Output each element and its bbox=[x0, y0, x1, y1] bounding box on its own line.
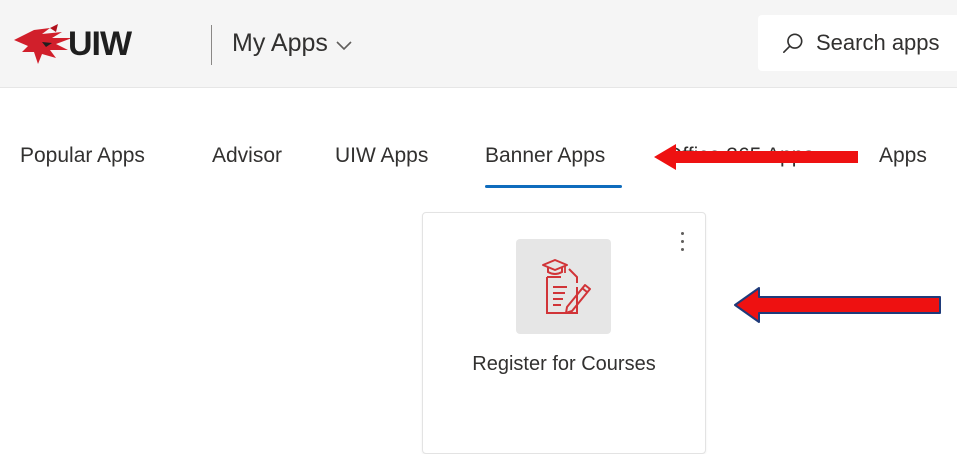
more-vertical-icon[interactable] bbox=[677, 229, 689, 255]
cardinal-logo-icon bbox=[14, 24, 72, 64]
annotation-arrow-card bbox=[734, 287, 941, 323]
logo-wordmark: UIW bbox=[68, 24, 132, 63]
chevron-down-icon bbox=[336, 40, 352, 50]
search-box[interactable] bbox=[758, 15, 957, 71]
search-input[interactable] bbox=[814, 29, 957, 57]
uiw-logo[interactable]: UIW bbox=[12, 22, 132, 66]
header-divider bbox=[211, 25, 212, 65]
tab-uiw-apps[interactable]: UIW Apps bbox=[335, 144, 428, 168]
app-card-label: Register for Courses bbox=[472, 353, 656, 375]
tab-popular-apps[interactable]: Popular Apps bbox=[20, 144, 145, 168]
app-switcher[interactable]: My Apps bbox=[232, 29, 352, 58]
register-document-icon bbox=[541, 258, 591, 314]
active-tab-indicator bbox=[485, 185, 622, 188]
tab-apps[interactable]: Apps bbox=[879, 144, 927, 168]
tab-advisor[interactable]: Advisor bbox=[212, 144, 282, 168]
tab-banner-apps[interactable]: Banner Apps bbox=[485, 144, 605, 168]
search-icon bbox=[783, 33, 803, 53]
annotation-arrow-tab bbox=[654, 144, 858, 170]
app-icon-tile[interactable] bbox=[516, 239, 611, 334]
app-title: My Apps bbox=[232, 29, 328, 57]
app-card-register-for-courses[interactable]: Register for Courses bbox=[422, 212, 706, 454]
top-header: UIW My Apps bbox=[0, 0, 957, 88]
